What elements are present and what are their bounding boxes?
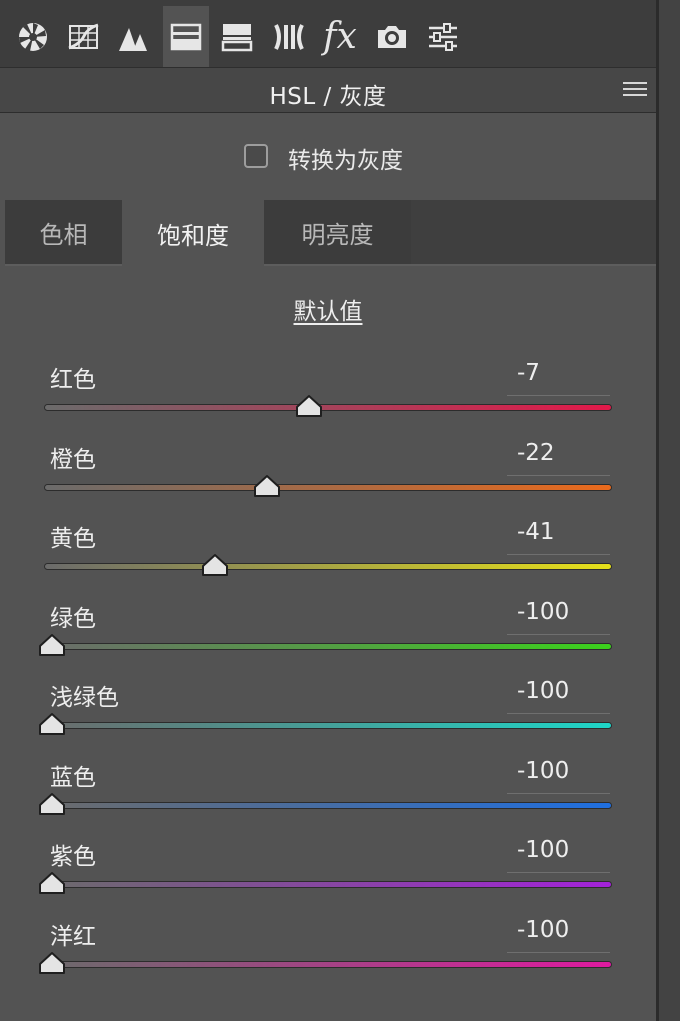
lens-corrections-icon	[274, 24, 304, 50]
slider-row-magenta: 洋红 -100	[0, 917, 656, 997]
slider-row-red: 红色 -7	[0, 360, 656, 440]
defaults-row: 默认值	[0, 292, 656, 326]
aperture-icon	[19, 23, 47, 51]
slider-label-aqua: 浅绿色	[50, 685, 119, 711]
effects-fx-icon: fx	[323, 16, 357, 57]
slider-thumb-magenta[interactable]	[38, 951, 66, 975]
slider-track-green[interactable]	[44, 642, 612, 650]
slider-row-orange: 橙色 -22	[0, 440, 656, 520]
slider-track-magenta[interactable]	[44, 960, 612, 968]
slider-label-yellow: 黄色	[50, 526, 96, 552]
tab-luminance[interactable]: 明亮度	[264, 200, 411, 264]
slider-thumb-red[interactable]	[295, 394, 323, 418]
basic-panel-tab[interactable]	[10, 6, 56, 68]
lens-corrections-tab[interactable]	[266, 6, 312, 68]
slider-track-red[interactable]	[44, 404, 612, 411]
slider-label-red: 红色	[50, 367, 96, 393]
slider-label-green: 绿色	[50, 605, 96, 632]
camera-calibration-tab[interactable]	[369, 6, 415, 68]
slider-row-aqua: 浅绿色 -100	[0, 678, 656, 758]
panel-header: HSL / 灰度	[0, 68, 656, 113]
slider-row-yellow: 黄色 -41	[0, 519, 656, 599]
slider-thumb-blue[interactable]	[38, 792, 66, 816]
detail-triangles-icon	[119, 28, 147, 51]
slider-value-magenta[interactable]: -100	[507, 917, 610, 953]
convert-grayscale-checkbox[interactable]	[244, 144, 268, 168]
slider-track-orange[interactable]	[44, 483, 612, 491]
right-edge-panel	[656, 0, 680, 1021]
panel-toolbar: fx	[0, 0, 656, 68]
panel-title: HSL / 灰度	[269, 84, 387, 110]
slider-value-green[interactable]: -100	[507, 599, 610, 635]
slider-value-red[interactable]: -7	[507, 360, 610, 396]
slider-label-orange: 橙色	[50, 446, 96, 473]
tone-curve-icon	[68, 23, 99, 50]
slider-value-purple[interactable]: -100	[507, 837, 610, 873]
presets-tab[interactable]	[420, 6, 466, 68]
slider-value-aqua[interactable]: -100	[507, 678, 610, 714]
slider-value-yellow[interactable]: -41	[507, 519, 610, 555]
slider-label-magenta: 洋红	[50, 923, 96, 950]
slider-thumb-green[interactable]	[38, 633, 66, 657]
slider-track-blue[interactable]	[44, 801, 612, 809]
camera-icon	[378, 26, 406, 48]
convert-grayscale-row: 转换为灰度	[0, 136, 656, 178]
slider-track-yellow[interactable]	[44, 563, 612, 570]
hsl-panel: fx HSL / 灰度 转换为灰度 色相 饱和度 明亮度 默认值 红色 -7 橙…	[0, 0, 656, 1021]
slider-value-orange[interactable]: -22	[507, 440, 610, 476]
slider-track-purple[interactable]	[44, 881, 612, 888]
tab-saturation[interactable]: 饱和度	[122, 200, 264, 266]
slider-thumb-aqua[interactable]	[38, 712, 66, 736]
split-toning-icon	[221, 24, 253, 52]
slider-label-blue: 蓝色	[50, 764, 96, 791]
hsl-tab[interactable]	[163, 6, 209, 68]
hsl-mode-tabs: 色相 饱和度 明亮度	[5, 200, 656, 266]
hsl-panel-icon	[170, 23, 202, 51]
slider-thumb-orange[interactable]	[253, 474, 281, 498]
detail-tab[interactable]	[110, 6, 156, 68]
tab-hue[interactable]: 色相	[5, 200, 122, 264]
slider-label-purple: 紫色	[50, 844, 96, 870]
slider-row-green: 绿色 -100	[0, 599, 656, 679]
slider-thumb-yellow[interactable]	[201, 553, 229, 577]
tone-curve-tab[interactable]	[60, 6, 106, 68]
slider-track-aqua[interactable]	[44, 722, 612, 729]
effects-tab[interactable]: fx	[317, 6, 363, 68]
defaults-link[interactable]: 默认值	[294, 299, 363, 325]
sliders-icon	[429, 23, 457, 51]
convert-grayscale-label[interactable]: 转换为灰度	[288, 141, 403, 175]
slider-row-purple: 紫色 -100	[0, 837, 656, 917]
split-toning-tab[interactable]	[214, 6, 260, 68]
slider-value-blue[interactable]: -100	[507, 758, 610, 794]
slider-thumb-purple[interactable]	[38, 871, 66, 895]
panel-menu-icon[interactable]	[623, 82, 647, 98]
slider-row-blue: 蓝色 -100	[0, 758, 656, 838]
